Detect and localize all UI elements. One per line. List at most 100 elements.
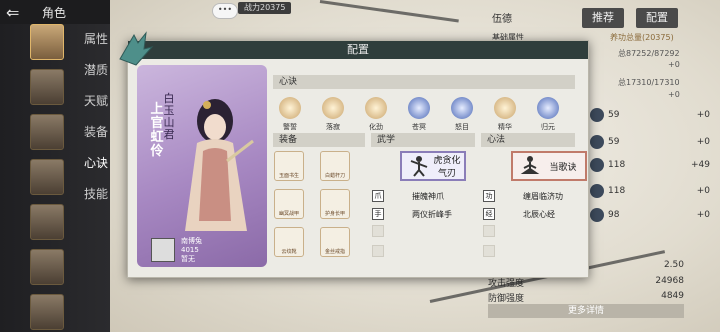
owner-name: 南博兔 <box>181 236 202 245</box>
owner-power: 4015 <box>181 245 199 254</box>
config-button[interactable]: 配置 <box>636 8 678 28</box>
stat-row: 118 +49 <box>590 156 710 174</box>
xinjue-label: 归元 <box>541 123 555 131</box>
base-attr-value: 养功总量(20375) <box>610 33 674 42</box>
xinfa-sub-item[interactable]: 经 北辰心经 <box>483 207 555 221</box>
character-name: 上官虹伶 <box>150 102 164 159</box>
equip-label: 幽冥战甲 <box>278 211 299 217</box>
stat-value: 59 <box>608 137 620 147</box>
hp-value: 总87252/87292 <box>618 49 680 58</box>
xinfa-sub-name: 北辰心经 <box>523 209 555 219</box>
wuxue-main-slot[interactable]: 虎贪化气刃 <box>400 151 466 181</box>
xinjue-item[interactable]: 落寂 <box>321 97 345 132</box>
xinjue-item[interactable]: 警誓 <box>278 97 302 132</box>
equip-label: 玉面书生 <box>278 173 299 179</box>
xinfa-sub-icon: 功 <box>483 190 495 202</box>
xinjue-item[interactable]: 归元 <box>536 97 560 132</box>
xinjue-label: 警誓 <box>283 123 297 131</box>
stat-icon <box>590 184 604 198</box>
stat-delta: +0 <box>696 110 710 120</box>
bottom-stat-value: 24968 <box>655 276 684 286</box>
owner-avatar <box>151 238 175 262</box>
xinfa-sub-name: 缠眉临济功 <box>523 191 563 201</box>
xinjue-icon <box>279 97 301 119</box>
stat-icon <box>590 158 604 172</box>
character-avatar[interactable] <box>30 249 64 285</box>
stat-delta: +0 <box>696 210 710 220</box>
xinjue-icon <box>365 97 387 119</box>
stats-tag: 伍德 <box>492 14 512 25</box>
top-bar: ⇐ 角色 <box>0 0 110 24</box>
stat-row: 98 +0 <box>590 206 710 224</box>
empty-slot[interactable] <box>483 225 495 237</box>
stat-icon <box>590 108 604 122</box>
xinjue-label: 怒目 <box>455 123 469 131</box>
hp-delta: +0 <box>668 60 680 69</box>
wuxue-sub-icon: 爪 <box>372 190 384 202</box>
empty-slot[interactable] <box>372 245 384 257</box>
xinjue-label: 落寂 <box>326 123 340 131</box>
equip-label: 白蜡杆刀 <box>324 173 345 179</box>
xinfa-sub-item[interactable]: 功 缠眉临济功 <box>483 189 563 203</box>
stat-value: 59 <box>608 110 620 120</box>
chat-bubble-icon[interactable]: ••• <box>212 3 238 19</box>
character-list <box>30 24 66 332</box>
more-details-button[interactable]: 更多详情 <box>488 304 684 318</box>
equip-label: 护身长甲 <box>324 211 345 217</box>
bottom-stat-label: 防御强度 <box>488 294 525 304</box>
character-avatar[interactable] <box>30 159 64 195</box>
back-arrow-icon[interactable]: ⇐ <box>6 3 32 22</box>
equip-slot[interactable]: 护身长甲 <box>320 189 350 219</box>
empty-slot[interactable] <box>372 225 384 237</box>
character-avatar[interactable] <box>30 294 64 330</box>
stat-row: 118 +0 <box>590 182 710 200</box>
power-badge: 战力20375 <box>238 2 292 14</box>
wuxue-sub-name: 两仪折峰手 <box>412 209 452 219</box>
xinjue-item[interactable]: 苍冥 <box>407 97 431 132</box>
bottom-stat-value: 4849 <box>661 291 684 301</box>
stat-value: 98 <box>608 210 620 220</box>
stat-value: 118 <box>608 186 626 196</box>
wuxue-sub-item[interactable]: 手 两仪折峰手 <box>372 207 452 221</box>
menu-item-talent[interactable]: 天赋 <box>84 86 124 117</box>
bottom-stat-row: 防御强度 4849 <box>488 291 684 304</box>
equip-slot[interactable]: 幽冥战甲 <box>274 189 304 219</box>
xinfa-sub-icon: 经 <box>483 208 495 220</box>
xinjue-item[interactable]: 怒目 <box>450 97 474 132</box>
equip-label: 云纹靴 <box>281 249 297 255</box>
equip-slot[interactable]: 金丝戒指 <box>320 227 350 257</box>
character-avatar[interactable] <box>30 24 64 60</box>
stat-icon <box>590 208 604 222</box>
equip-slot[interactable]: 白蜡杆刀 <box>320 151 350 181</box>
character-avatar[interactable] <box>30 69 64 105</box>
menu-item-skills[interactable]: 技能 <box>84 179 124 210</box>
xinfa-section-label: 心法 <box>481 133 575 147</box>
menu-item-equipment[interactable]: 装备 <box>84 117 124 148</box>
equip-slot[interactable]: 云纹靴 <box>274 227 304 257</box>
recommend-button[interactable]: 推荐 <box>582 8 624 28</box>
xinjue-icon <box>451 97 473 119</box>
character-avatar[interactable] <box>30 114 64 150</box>
config-modal: 配置 白玉山君 上官虹伶 南博兔 4015 暂无 心诀 警誓 落寂 化劲 苍冥 … <box>119 31 589 278</box>
xinjue-label: 苍冥 <box>412 123 426 131</box>
empty-slot[interactable] <box>483 245 495 257</box>
xinjue-item[interactable]: 化劲 <box>364 97 388 132</box>
character-avatar[interactable] <box>30 204 64 240</box>
xinjue-item[interactable]: 精华 <box>493 97 517 132</box>
xinjue-icon <box>494 97 516 119</box>
owner-info: 南博兔 4015 暂无 <box>151 235 261 265</box>
xinjue-label: 精华 <box>498 123 512 131</box>
stat-delta: +0 <box>696 186 710 196</box>
menu-item-xinjue[interactable]: 心诀 <box>84 148 124 179</box>
meditation-figure-icon <box>520 156 540 174</box>
xinjue-label: 化劲 <box>369 123 383 131</box>
page-title: 角色 <box>42 5 67 20</box>
stat-value: 118 <box>608 160 626 170</box>
xinfa-main-slot[interactable]: 当歌诀 <box>511 151 587 181</box>
wuxue-sub-icon: 手 <box>372 208 384 220</box>
xinjue-section-label: 心诀 <box>273 75 575 89</box>
wuxue-section-label: 武学 <box>371 133 475 147</box>
wuxue-sub-item[interactable]: 爪 摧魄神爪 <box>372 189 444 203</box>
wuxue-sub-name: 摧魄神爪 <box>412 191 444 201</box>
equip-slot[interactable]: 玉面书生 <box>274 151 304 181</box>
